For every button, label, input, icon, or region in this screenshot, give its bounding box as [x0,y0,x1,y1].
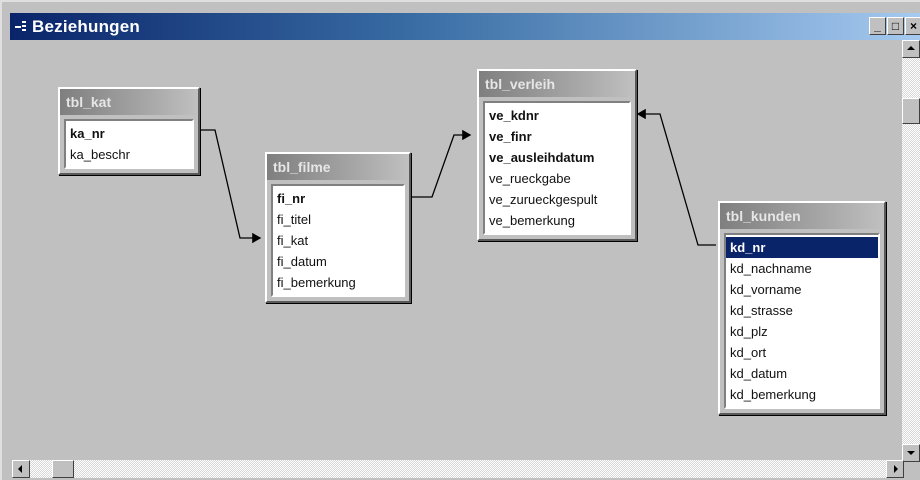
minimize-button[interactable]: _ [869,17,886,35]
relationships-window-icon[interactable] [14,20,28,34]
scroll-down-button[interactable] [902,444,920,462]
field-item[interactable]: fi_bemerkung [273,272,403,293]
table-title[interactable]: tbl_kunden [720,203,884,229]
field-item[interactable]: fi_datum [273,251,403,272]
relationship-line-kunden-verleih[interactable] [636,108,716,246]
field-item[interactable]: ve_finr [485,126,629,147]
field-item[interactable]: ve_bemerkung [485,210,629,231]
relationships-canvas[interactable]: tbl_kat ka_nr ka_beschr tbl_filme fi_nr … [12,40,904,460]
restore-button[interactable]: □ [887,17,904,35]
scroll-up-button[interactable] [902,40,920,58]
field-list: kd_nr kd_nachname kd_vorname kd_strasse … [724,233,880,409]
relationships-window: Beziehungen _ □ × tbl_kat ka_nr ka_besch… [0,0,920,480]
field-list: fi_nr fi_titel fi_kat fi_datum fi_bemerk… [271,184,405,297]
field-list: ka_nr ka_beschr [64,119,194,169]
close-button[interactable]: × [905,17,920,35]
relationship-line-kat-filme[interactable] [198,129,262,244]
caption-buttons: _ □ × [869,17,920,35]
field-item[interactable]: ve_kdnr [485,105,629,126]
field-item[interactable]: ka_nr [66,123,192,144]
table-tbl-filme[interactable]: tbl_filme fi_nr fi_titel fi_kat fi_datum… [265,152,411,303]
field-item[interactable]: kd_vorname [726,279,878,300]
field-item[interactable]: ve_ausleihdatum [485,147,629,168]
left-arrow-icon [18,465,22,473]
field-item[interactable]: fi_kat [273,230,403,251]
table-title[interactable]: tbl_kat [60,89,198,115]
field-item[interactable]: fi_titel [273,209,403,230]
field-list: ve_kdnr ve_finr ve_ausleihdatum ve_rueck… [483,101,631,235]
field-item[interactable]: kd_nachname [726,258,878,279]
vertical-scrollbar[interactable] [902,40,920,462]
table-tbl-verleih[interactable]: tbl_verleih ve_kdnr ve_finr ve_ausleihda… [477,69,637,241]
field-item[interactable]: ve_rueckgabe [485,168,629,189]
field-item[interactable]: ve_zurueckgespult [485,189,629,210]
scroll-left-button[interactable] [12,460,30,478]
window-title: Beziehungen [32,16,140,36]
scroll-right-button[interactable] [886,460,904,478]
field-item-selected[interactable]: kd_nr [726,237,878,258]
field-item[interactable]: kd_ort [726,342,878,363]
down-arrow-icon [907,451,915,455]
table-tbl-kat[interactable]: tbl_kat ka_nr ka_beschr [58,87,200,175]
relationship-line-filme-verleih[interactable] [410,129,472,198]
field-item[interactable]: kd_bemerkung [726,384,878,405]
field-item[interactable]: kd_strasse [726,300,878,321]
horizontal-scroll-thumb[interactable] [52,460,74,478]
right-arrow-icon [894,465,898,473]
field-item[interactable]: fi_nr [273,188,403,209]
field-item[interactable]: kd_plz [726,321,878,342]
title-bar[interactable]: Beziehungen _ □ × [10,13,920,40]
up-arrow-icon [907,46,915,50]
field-item[interactable]: kd_datum [726,363,878,384]
field-item[interactable]: ka_beschr [66,144,192,165]
table-title[interactable]: tbl_verleih [479,71,635,97]
table-tbl-kunden[interactable]: tbl_kunden kd_nr kd_nachname kd_vorname … [718,201,886,415]
horizontal-scrollbar[interactable] [12,460,904,478]
vertical-scroll-thumb[interactable] [902,98,920,124]
table-title[interactable]: tbl_filme [267,154,409,180]
